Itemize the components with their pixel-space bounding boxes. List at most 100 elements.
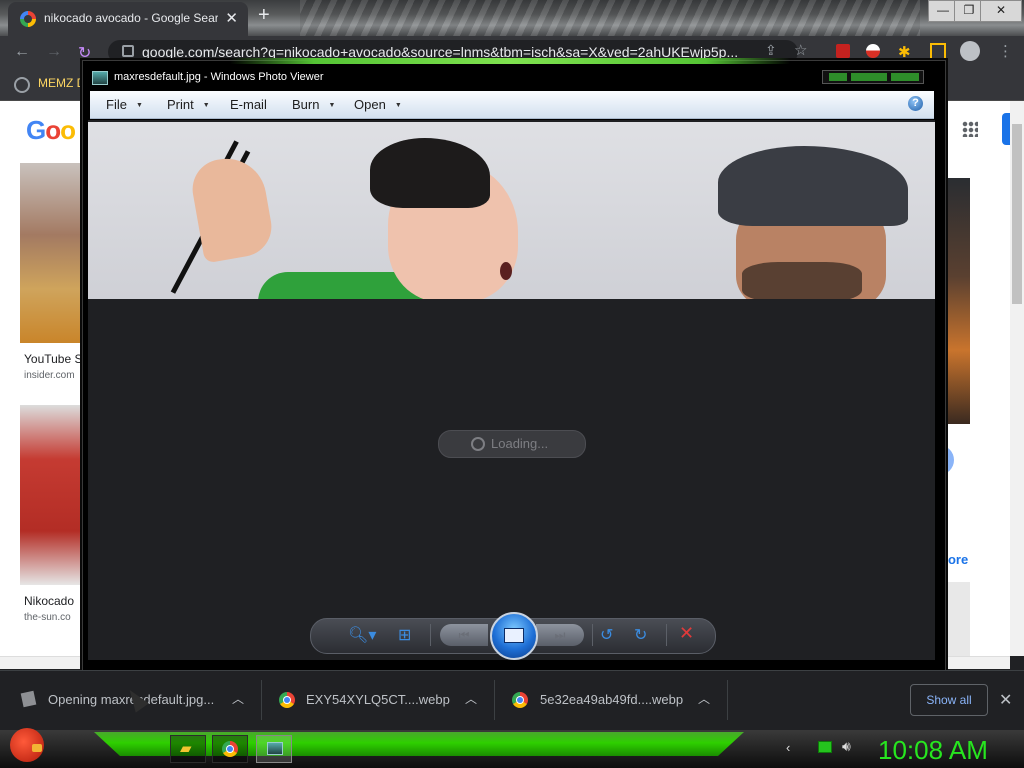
image-result-thumbnail[interactable] [20, 405, 80, 585]
menu-file[interactable]: File ▼ [106, 97, 143, 112]
hand-shape [187, 152, 277, 264]
dropdown-caret-icon: ▼ [328, 102, 336, 109]
photo-viewer-close-button[interactable] [891, 73, 919, 81]
image-result-source: insider.com [24, 370, 75, 381]
extension-ublock-icon[interactable] [836, 44, 850, 58]
clock-icon [471, 437, 485, 451]
chrome-icon [222, 741, 238, 757]
delete-icon[interactable]: ✕ [679, 623, 694, 644]
loading-indicator: Loading... [438, 430, 586, 458]
sidebar-panel-icon[interactable] [930, 43, 946, 61]
bookmark-globe-icon [14, 77, 30, 93]
extensions-puzzle-icon[interactable]: ✱ [898, 43, 911, 61]
taskbar-file-explorer[interactable]: ▰ [170, 735, 206, 763]
image-result-source: the-sun.co [24, 612, 71, 623]
photo-viewer-maximize-button[interactable] [851, 73, 887, 81]
share-icon[interactable]: ⇪ [765, 42, 777, 59]
rotate-clockwise-icon[interactable]: ↻ [634, 625, 647, 645]
actual-size-icon[interactable]: ⊞ [398, 625, 411, 645]
zoom-icon[interactable]: 🔍︎▾ [348, 625, 376, 645]
image-result-caption[interactable]: Nikocado [24, 594, 74, 608]
extension-flag-icon[interactable] [866, 44, 880, 58]
close-icon[interactable]: ✕ [999, 690, 1012, 710]
window-close-button[interactable]: ✕ [980, 0, 1022, 22]
download-separator [727, 680, 728, 720]
back-icon[interactable]: ← [14, 43, 30, 61]
lock-icon [122, 45, 134, 57]
help-icon[interactable]: ? [908, 96, 923, 111]
google-favicon-icon [20, 11, 36, 27]
rotate-counterclockwise-icon[interactable]: ↺ [600, 625, 613, 645]
photo-viewer-minimize-button[interactable] [829, 73, 847, 81]
chrome-menu-icon[interactable]: ⋮ [998, 42, 1013, 60]
image-result-thumbnail[interactable] [20, 163, 80, 343]
photo-viewer-window-buttons[interactable] [822, 70, 924, 84]
google-apps-icon[interactable] [962, 121, 978, 137]
sign-in-button[interactable] [1002, 113, 1010, 145]
chevron-up-icon[interactable]: ︿ [698, 690, 710, 707]
chevron-up-icon[interactable]: ︿ [465, 690, 477, 707]
previous-icon[interactable]: ⏮ [440, 624, 488, 646]
network-icon[interactable] [818, 741, 832, 753]
dropdown-caret-icon: ▼ [135, 102, 143, 109]
photo-viewer-title: maxresdefault.jpg - Windows Photo Viewer [114, 71, 324, 83]
loading-text: Loading... [491, 436, 549, 451]
google-logo-o1: o [45, 115, 61, 145]
slideshow-icon[interactable] [490, 612, 538, 660]
beard-shape [742, 262, 862, 299]
baseball-cap-shape [718, 146, 908, 226]
google-logo-o2: o [60, 115, 76, 145]
photo-viewer-app-icon [267, 742, 283, 755]
control-separator [592, 624, 593, 646]
menu-open-label: Open [354, 97, 386, 112]
dropdown-caret-icon: ▼ [202, 102, 210, 109]
bookmark-memz[interactable]: MEMZ D [38, 76, 85, 90]
menu-burn[interactable]: Burn ▼ [292, 97, 335, 112]
taskbar-photo-viewer[interactable] [256, 735, 292, 763]
image-result-thumbnail[interactable] [942, 178, 970, 424]
tray-chevron-icon[interactable]: ‹ [786, 740, 790, 755]
volume-icon[interactable]: 🔊︎ [842, 738, 851, 755]
show-all-button[interactable]: Show all [910, 684, 988, 716]
menu-email[interactable]: E-mail [230, 97, 267, 112]
google-logo-g: G [26, 115, 46, 145]
file-icon [20, 690, 37, 708]
image-result-thumbnail[interactable] [942, 582, 970, 656]
taskbar-clock[interactable]: 10:08 AM [878, 735, 988, 766]
menu-print[interactable]: Print ▼ [167, 97, 210, 112]
new-tab-button[interactable]: + [258, 4, 270, 27]
tab-close-icon[interactable]: ✕ [225, 9, 238, 27]
page-scrollbar-thumb[interactable] [1012, 124, 1022, 304]
google-logo[interactable]: Goo [26, 115, 76, 146]
taskbar-chrome[interactable] [212, 735, 248, 763]
profile-avatar-icon[interactable] [960, 41, 980, 61]
chevron-up-icon[interactable]: ︿ [232, 690, 244, 707]
download-item[interactable]: EXY54XYLQ5CT....webp [306, 692, 450, 707]
image-result-caption[interactable]: YouTube S [24, 352, 83, 366]
photo-viewer-menubar [90, 91, 934, 119]
forward-icon[interactable]: → [46, 43, 62, 61]
control-separator [430, 624, 431, 646]
chrome-icon [279, 692, 295, 708]
menu-open[interactable]: Open ▼ [354, 97, 402, 112]
bookmark-star-icon[interactable]: ☆ [794, 41, 807, 59]
dropdown-caret-icon: ▼ [394, 102, 402, 109]
download-item[interactable]: 5e32ea49ab49fd....webp [540, 692, 683, 707]
photo-viewer-app-icon [92, 71, 108, 85]
folder-icon: ▰ [180, 740, 192, 757]
next-icon[interactable]: ⏭ [536, 624, 584, 646]
menu-file-label: File [106, 97, 127, 112]
chrome-icon [512, 692, 528, 708]
mouth-shape [500, 262, 512, 280]
menu-print-label: Print [167, 97, 194, 112]
menu-email-label: E-mail [230, 97, 267, 112]
tab-title: nikocado avocado - Google Search [44, 11, 218, 25]
window-glow-strip [230, 58, 790, 64]
tab-google-search[interactable]: nikocado avocado - Google Search ✕ [8, 2, 248, 36]
start-button-icon[interactable] [10, 728, 44, 762]
menu-burn-label: Burn [292, 97, 320, 112]
photo-image [88, 122, 935, 299]
download-separator [494, 680, 495, 720]
control-separator [666, 624, 667, 646]
hair-shape [370, 138, 490, 208]
